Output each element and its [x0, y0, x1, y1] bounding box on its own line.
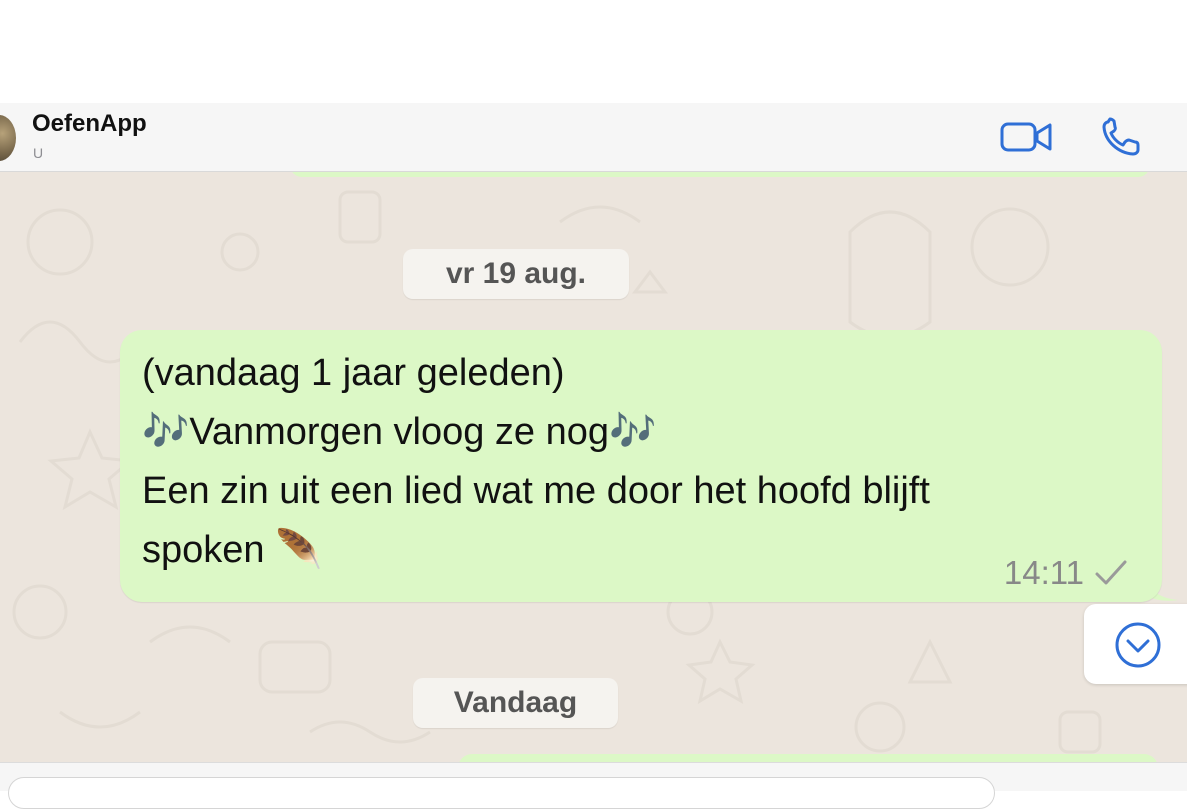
- message-meta: 14:11: [1004, 554, 1128, 592]
- previous-message-bubble[interactable]: [290, 172, 1150, 177]
- date-separator: vr 19 aug.: [403, 249, 629, 299]
- date-separator: Vandaag: [413, 678, 618, 728]
- message-line: spoken 🪶: [142, 529, 323, 571]
- scroll-to-bottom-button[interactable]: [1084, 604, 1187, 684]
- phone-icon[interactable]: [1098, 116, 1148, 158]
- chat-header: OefenApp U: [0, 103, 1187, 172]
- single-check-icon: [1095, 560, 1127, 585]
- message-line: Een zin uit een lied wat me door het hoo…: [142, 470, 930, 512]
- contact-avatar[interactable]: [0, 115, 16, 161]
- message-bubble[interactable]: (vandaag 1 jaar geleden) 🎶Vanmorgen vloo…: [120, 330, 1162, 602]
- next-message-bubble[interactable]: [458, 754, 1158, 762]
- message-input[interactable]: [8, 777, 995, 809]
- chat-area: vr 19 aug. (vandaag 1 jaar geleden) 🎶Van…: [0, 172, 1187, 762]
- message-time: 14:11: [1003, 554, 1084, 591]
- contact-name[interactable]: OefenApp: [32, 110, 147, 138]
- message-line: 🎶Vanmorgen vloog ze nog🎶: [142, 411, 657, 453]
- contact-subtitle: U: [33, 145, 44, 161]
- chevron-down-circle-icon: [1115, 622, 1161, 668]
- message-line: (vandaag 1 jaar geleden): [142, 352, 565, 394]
- video-camera-icon[interactable]: [998, 116, 1054, 158]
- composer-bar: [0, 762, 1187, 809]
